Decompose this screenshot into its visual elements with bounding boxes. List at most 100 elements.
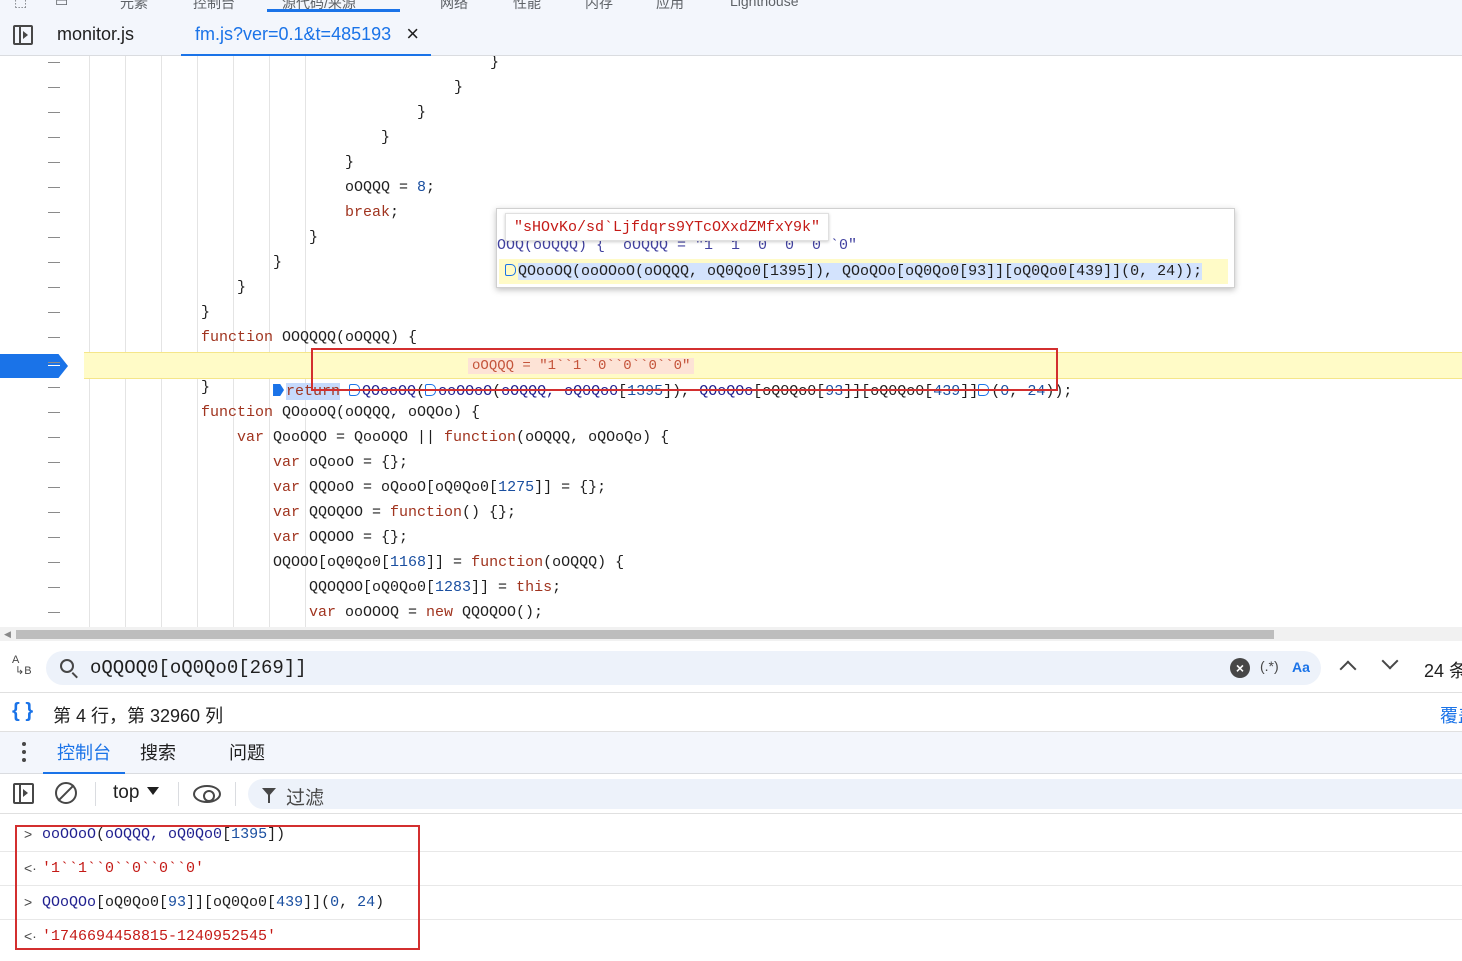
popover-expression: QOooOQ(ooOOoO(oOQQQ, oQ0Qo0[1395]), QOoQ…	[499, 259, 1228, 284]
clear-console-icon[interactable]	[55, 782, 77, 804]
inspect-icon[interactable]: ⬚	[14, 0, 27, 10]
indent-guide	[197, 56, 198, 627]
panel-tab-console[interactable]: 控制台	[193, 0, 235, 12]
drawer-tab-bar: 控制台 搜索 问题	[0, 732, 1462, 774]
drawer-tab-search[interactable]: 搜索	[140, 732, 176, 774]
line-gutter-mark[interactable]	[48, 487, 60, 488]
code-line: QQOQOO[oQ0Qo0[1283]] = this;	[309, 579, 562, 596]
line-gutter-mark[interactable]	[48, 87, 60, 88]
line-gutter-mark[interactable]	[48, 562, 60, 563]
annotation-box	[15, 825, 420, 950]
chevron-down-icon	[147, 787, 160, 795]
panel-tab-memory[interactable]: 内存	[585, 0, 613, 12]
coverage-link[interactable]: 覆盖	[1440, 702, 1462, 728]
line-gutter-mark[interactable]	[48, 412, 60, 413]
line-gutter-mark[interactable]	[48, 537, 60, 538]
panel-tab-application[interactable]: 应用	[656, 0, 684, 12]
line-gutter-mark[interactable]	[48, 437, 60, 438]
panel-tab-lighthouse[interactable]: Lighthouse	[730, 0, 799, 9]
drawer-tab-console[interactable]: 控制台	[43, 732, 125, 774]
line-gutter-mark[interactable]	[48, 587, 60, 588]
line-gutter-mark[interactable]	[48, 312, 60, 313]
close-tab-icon[interactable]: ×	[406, 12, 419, 56]
pretty-print-icon[interactable]: { }	[12, 700, 33, 723]
continue-to-here-icon[interactable]	[273, 384, 285, 396]
line-gutter-mark[interactable]	[48, 387, 60, 388]
line-gutter-mark[interactable]	[48, 162, 60, 163]
cursor-position: 第 4 行，第 32960 列	[53, 706, 224, 726]
popover-value: "sHOvKo/sd`Ljfdqrs9YTcOXxdZMfxY9k"	[505, 213, 830, 241]
line-gutter-mark[interactable]	[48, 462, 60, 463]
line-gutter-mark[interactable]	[48, 287, 60, 288]
devtools-panel-tabs: ⬚ ▭ 元素 控制台 源代码/来源 网络 性能 内存 应用 Lighthouse	[0, 0, 1462, 12]
device-toolbar-icon[interactable]: ▭	[55, 0, 68, 10]
previous-match-icon[interactable]	[1339, 660, 1357, 678]
code-line: function OOQQQQ(oOQQQ) {	[201, 329, 418, 346]
context-selector[interactable]: top	[113, 782, 160, 804]
panel-tab-elements[interactable]: 元素	[120, 0, 148, 12]
filter-icon	[262, 788, 276, 803]
drawer-tab-issues[interactable]: 问题	[229, 732, 265, 774]
console-toolbar: top 过滤	[0, 774, 1462, 814]
code-line: var QQOQOO = function() {};	[273, 504, 517, 521]
console-output[interactable]: > ooOOoO(oOQQQ, oQ0Qo0[1395]) <· '1``1``…	[0, 814, 1462, 961]
search-icon	[60, 659, 74, 673]
line-gutter-mark[interactable]	[48, 612, 60, 613]
breakpoint-marker[interactable]	[0, 354, 68, 378]
code-line: var QooOQO = QooOQO || function(oOQQQ, o…	[237, 429, 670, 446]
panel-tab-performance[interactable]: 性能	[513, 0, 541, 12]
line-gutter-mark[interactable]	[48, 187, 60, 188]
indent-guide	[89, 56, 90, 627]
code-line: }	[490, 56, 500, 71]
code-line: }	[417, 104, 427, 121]
replace-toggle-icon[interactable]: A ↳B	[12, 655, 32, 677]
scroll-left-icon[interactable]: ◀	[4, 629, 11, 640]
line-gutter-mark[interactable]	[48, 237, 60, 238]
line-gutter-mark[interactable]	[48, 137, 60, 138]
file-tab-bar: monitor.js fm.js?ver=0.1&t=485193 ×	[0, 12, 1462, 56]
regex-toggle[interactable]: (.*)	[1260, 658, 1279, 674]
code-line: }	[201, 304, 211, 321]
toggle-navigator-icon[interactable]	[13, 25, 33, 45]
panel-tab-network[interactable]: 网络	[440, 0, 468, 12]
clear-search-icon[interactable]: ×	[1230, 658, 1250, 678]
line-gutter-mark[interactable]	[48, 362, 60, 363]
line-gutter-mark[interactable]	[48, 62, 60, 63]
filter-placeholder: 过滤	[286, 788, 325, 809]
scrollbar-thumb[interactable]	[16, 630, 1274, 639]
code-line: }	[237, 279, 247, 296]
context-label: top	[113, 782, 140, 803]
line-gutter-mark[interactable]	[48, 512, 60, 513]
code-line: }	[201, 379, 211, 396]
console-sidebar-icon[interactable]	[13, 783, 34, 804]
code-editor[interactable]: }}}}} oOQQQ = 8; break;}}}} function OOQQQQ…	[0, 56, 1462, 627]
code-line: var QQOoO = oQooO[oQ0Qo0[1275]] = {};	[273, 479, 607, 496]
line-gutter-mark[interactable]	[48, 112, 60, 113]
live-expression-eye-icon[interactable]	[193, 785, 221, 803]
line-gutter-mark[interactable]	[48, 212, 60, 213]
toolbar-divider	[178, 782, 179, 806]
code-line: }	[381, 129, 391, 146]
inline-breakpoint-icon[interactable]	[505, 264, 516, 276]
next-match-icon[interactable]	[1381, 652, 1399, 670]
search-bar: A ↳B oQQOQ0[oQ0Qo0[269]] × (.*) Aa 24 条	[0, 643, 1462, 693]
code-line: var oQooO = {};	[273, 454, 409, 471]
file-tab-fm[interactable]: fm.js?ver=0.1&t=485193 ×	[180, 12, 432, 56]
case-sensitive-toggle[interactable]: Aa	[1292, 659, 1310, 675]
console-filter-input[interactable]: 过滤	[248, 779, 1462, 809]
line-gutter-mark[interactable]	[48, 262, 60, 263]
toolbar-divider	[95, 782, 96, 806]
search-input[interactable]: oQQOQ0[oQ0Qo0[269]]	[90, 657, 307, 679]
file-tab-monitor[interactable]: monitor.js	[57, 12, 134, 56]
search-field[interactable]: oQQOQ0[oQ0Qo0[269]] × (.*) Aa	[46, 651, 1321, 685]
indent-guide	[161, 56, 162, 627]
search-result-count: 24 条	[1424, 661, 1462, 681]
code-line: OQOOO[oQ0Qo0[1168]] = function(oOQQQ) {	[273, 554, 625, 571]
more-tools-icon[interactable]	[22, 742, 26, 766]
code-line: }	[309, 229, 319, 246]
file-tab-fm-label: fm.js?ver=0.1&t=485193	[195, 24, 392, 44]
horizontal-scrollbar[interactable]: ◀	[0, 627, 1462, 641]
code-line: }	[273, 254, 283, 271]
line-gutter-mark[interactable]	[48, 337, 60, 338]
hover-popover: OOQ(oOQQQ) { oOQQQ = "1``1``0``0``0``0" …	[496, 208, 1235, 288]
